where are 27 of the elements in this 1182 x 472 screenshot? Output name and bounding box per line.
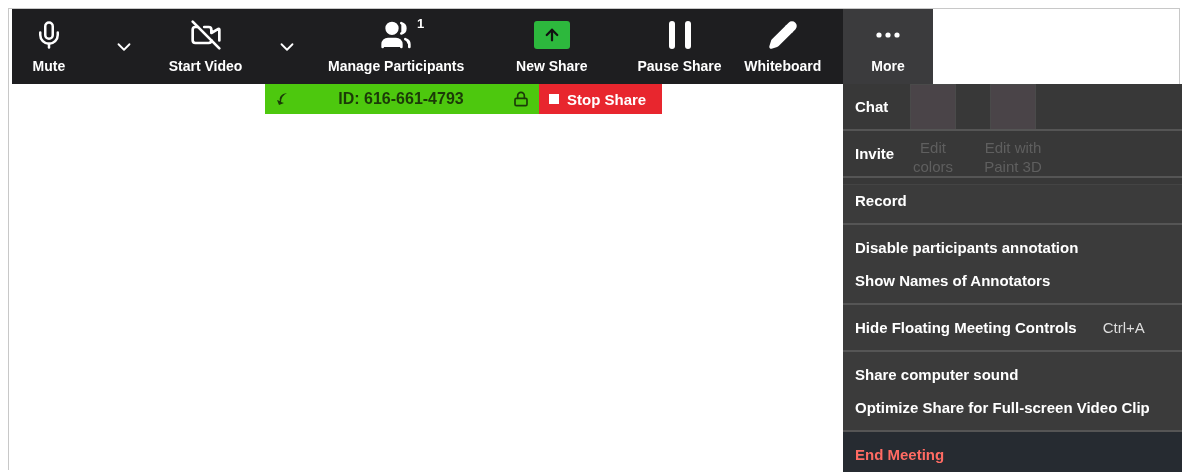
toolbar-button[interactable]: More: [843, 9, 933, 84]
menu-item[interactable]: Hide Floating Meeting Controls Ctrl+A: [843, 311, 1157, 344]
more-icon: [876, 31, 901, 38]
pause-icon: [666, 19, 693, 50]
menu-item[interactable]: Share computer sound: [843, 358, 1031, 391]
toolbar-button[interactable]: New Share: [467, 9, 637, 84]
menu-item[interactable]: Disable participants annotation: [843, 231, 1091, 264]
menu-item[interactable]: Optimize Share for Full-screen Video Clip: [843, 391, 1162, 424]
leaf-arrow-icon: [275, 92, 289, 106]
shortcut-label: Ctrl+A: [1102, 319, 1145, 336]
meeting-id: ID: 616-661-4793: [337, 90, 465, 108]
menu-item[interactable]: Show Names of Annotators: [843, 264, 1063, 297]
stop-share-button[interactable]: Stop Share: [539, 84, 662, 114]
menu-item[interactable]: Record: [843, 184, 919, 217]
share-icon: [533, 20, 570, 49]
toolbar-button[interactable]: Pause Share: [636, 9, 723, 84]
menu-item[interactable]: Chat: [843, 90, 901, 123]
toolbar-button[interactable]: 1 Manage Participants: [325, 9, 467, 84]
toolbar-button[interactable]: Mute: [12, 9, 86, 84]
pencil-icon: [767, 19, 798, 50]
stop-icon: [549, 94, 559, 104]
toolbar-button[interactable]: Start Video: [161, 9, 250, 84]
video-off-icon: [189, 18, 222, 51]
participant-count: 1: [416, 15, 425, 31]
lock-icon: [513, 91, 529, 107]
menu-item[interactable]: Invite: [843, 137, 907, 170]
toolbar-button[interactable]: Whiteboard: [722, 9, 844, 84]
